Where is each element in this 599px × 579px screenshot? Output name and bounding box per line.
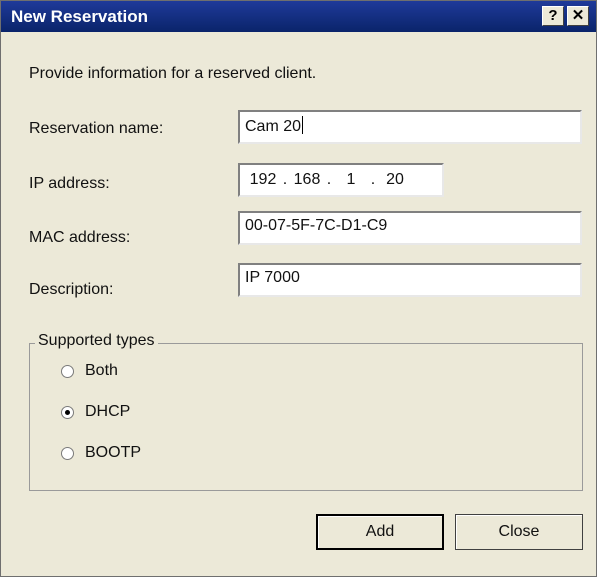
intro-text: Provide information for a reserved clien…	[29, 65, 317, 82]
new-reservation-dialog: New Reservation ? ✕ Provide information …	[0, 0, 597, 577]
description-input[interactable]: IP 7000	[238, 263, 582, 297]
reservation-name-value: Cam 20	[245, 118, 302, 135]
ip-separator: .	[282, 171, 288, 188]
mac-address-label: MAC address:	[29, 229, 131, 246]
ip-separator: .	[326, 171, 332, 188]
radio-both[interactable]: Both	[61, 362, 118, 380]
dialog-title: New Reservation	[11, 7, 148, 26]
ip-octet-3[interactable]: 1	[334, 171, 368, 189]
mac-address-input[interactable]: 00-07-5F-7C-D1-C9	[238, 211, 582, 245]
radio-both-label: Both	[85, 362, 118, 379]
help-button[interactable]: ?	[542, 6, 564, 26]
radio-button-icon[interactable]	[61, 446, 74, 460]
close-button[interactable]: Close	[455, 514, 583, 550]
ip-octet-1[interactable]: 192	[246, 171, 280, 189]
ip-octet-4[interactable]: 20	[378, 171, 412, 189]
ip-address-input[interactable]: 192 . 168 . 1 . 20	[238, 163, 444, 197]
ip-separator: .	[370, 171, 376, 188]
reservation-name-input[interactable]: Cam 20	[238, 110, 582, 144]
description-label: Description:	[29, 281, 114, 298]
add-button[interactable]: Add	[316, 514, 444, 550]
reservation-name-label: Reservation name:	[29, 120, 164, 137]
description-value: IP 7000	[245, 269, 300, 286]
radio-button-icon[interactable]	[61, 364, 74, 378]
window-close-button[interactable]: ✕	[567, 6, 589, 26]
title-bar: New Reservation ? ✕	[1, 1, 596, 32]
radio-dhcp-label: DHCP	[85, 403, 131, 420]
radio-dhcp[interactable]: DHCP	[61, 403, 130, 421]
ip-address-label: IP address:	[29, 175, 110, 192]
radio-bootp-label: BOOTP	[85, 444, 142, 461]
help-icon: ?	[548, 7, 558, 24]
close-icon: ✕	[571, 7, 585, 24]
radio-bootp[interactable]: BOOTP	[61, 444, 141, 462]
radio-button-selected-icon[interactable]	[61, 405, 74, 419]
ip-octet-2[interactable]: 168	[290, 171, 324, 189]
text-cursor	[302, 116, 304, 134]
mac-address-value: 00-07-5F-7C-D1-C9	[245, 217, 388, 234]
supported-types-legend: Supported types	[35, 332, 158, 350]
